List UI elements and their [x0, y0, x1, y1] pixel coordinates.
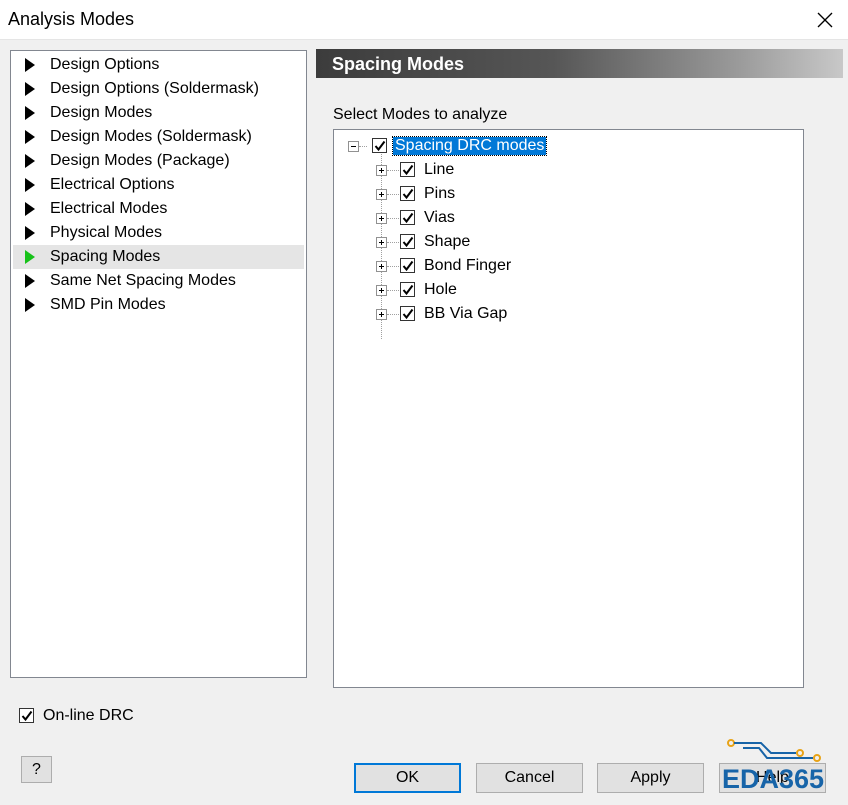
category-list[interactable]: Design Options Design Options (Soldermas… — [10, 50, 307, 678]
logo-text: EDA365 — [722, 764, 825, 794]
apply-button[interactable]: Apply — [597, 763, 704, 793]
triangle-right-icon — [25, 298, 35, 312]
expand-icon[interactable] — [376, 213, 387, 224]
triangle-right-icon — [25, 106, 35, 120]
online-drc-label[interactable]: On-line DRC — [43, 707, 134, 725]
checkmark-icon — [402, 308, 414, 320]
tree-item-label[interactable]: Vias — [424, 209, 455, 227]
expand-icon[interactable] — [376, 309, 387, 320]
window-title: Analysis Modes — [8, 9, 135, 29]
tree-root-label[interactable]: Spacing DRC modes — [391, 136, 548, 156]
tree-connector — [387, 242, 399, 243]
tree-connector — [387, 194, 399, 195]
checkmark-icon — [21, 710, 33, 722]
triangle-right-icon — [25, 274, 35, 288]
ok-button[interactable]: OK — [354, 763, 461, 793]
checkmark-icon — [402, 260, 414, 272]
eda365-logo: EDA365 — [721, 734, 839, 798]
nav-item-label: SMD Pin Modes — [50, 296, 166, 313]
expand-icon[interactable] — [376, 165, 387, 176]
triangle-right-icon — [25, 202, 35, 216]
pins-checkbox[interactable] — [400, 186, 415, 201]
tree-connector — [387, 290, 399, 291]
triangle-right-icon — [25, 130, 35, 144]
online-drc-checkbox[interactable] — [19, 708, 34, 723]
tree-item-label[interactable]: Pins — [424, 185, 455, 203]
checkmark-icon — [402, 236, 414, 248]
triangle-right-icon — [25, 226, 35, 240]
tree-item-label[interactable]: BB Via Gap — [424, 305, 507, 323]
tree-connector — [387, 218, 399, 219]
triangle-right-icon — [25, 82, 35, 96]
nav-item-label: Spacing Modes — [50, 248, 161, 265]
nav-item-electrical-options[interactable]: Electrical Options — [13, 173, 304, 197]
tree-item-label[interactable]: Line — [424, 161, 454, 179]
bond-finger-checkbox[interactable] — [400, 258, 415, 273]
nav-item-design-modes-soldermask[interactable]: Design Modes (Soldermask) — [13, 125, 304, 149]
tree-item-label[interactable]: Bond Finger — [424, 257, 511, 275]
shape-checkbox[interactable] — [400, 234, 415, 249]
nav-item-label: Design Modes — [50, 104, 153, 121]
bb-via-gap-checkbox[interactable] — [400, 306, 415, 321]
collapse-icon[interactable] — [348, 141, 359, 152]
nav-item-label: Electrical Options — [50, 176, 175, 193]
root-checkbox[interactable] — [372, 138, 387, 153]
hole-checkbox[interactable] — [400, 282, 415, 297]
title-bar: Analysis Modes — [0, 0, 848, 40]
checkmark-icon — [402, 188, 414, 200]
close-button[interactable] — [802, 0, 848, 39]
triangle-right-icon — [25, 58, 35, 72]
nav-item-design-options-soldermask[interactable]: Design Options (Soldermask) — [13, 77, 304, 101]
vias-checkbox[interactable] — [400, 210, 415, 225]
checkmark-icon — [402, 284, 414, 296]
expand-icon[interactable] — [376, 285, 387, 296]
tree-connector — [359, 146, 367, 147]
triangle-right-icon — [25, 154, 35, 168]
triangle-right-icon — [25, 250, 35, 264]
nav-item-label: Electrical Modes — [50, 200, 168, 217]
tree-connector — [387, 314, 399, 315]
nav-item-same-net-spacing-modes[interactable]: Same Net Spacing Modes — [13, 269, 304, 293]
tree-item-label[interactable]: Shape — [424, 233, 470, 251]
select-modes-label: Select Modes to analyze — [333, 106, 508, 123]
nav-item-smd-pin-modes[interactable]: SMD Pin Modes — [13, 293, 304, 317]
close-icon — [817, 12, 833, 27]
nav-item-physical-modes[interactable]: Physical Modes — [13, 221, 304, 245]
nav-item-electrical-modes[interactable]: Electrical Modes — [13, 197, 304, 221]
triangle-right-icon — [25, 178, 35, 192]
expand-icon[interactable] — [376, 237, 387, 248]
nav-item-design-modes-package[interactable]: Design Modes (Package) — [13, 149, 304, 173]
nav-item-label: Same Net Spacing Modes — [50, 272, 236, 289]
cancel-button[interactable]: Cancel — [476, 763, 583, 793]
line-checkbox[interactable] — [400, 162, 415, 177]
expand-icon[interactable] — [376, 261, 387, 272]
circuit-trace-icon — [727, 739, 821, 762]
nav-item-label: Physical Modes — [50, 224, 163, 241]
nav-item-design-options[interactable]: Design Options — [13, 53, 304, 77]
section-title: Spacing Modes — [332, 54, 465, 74]
tree-item-label[interactable]: Hole — [424, 281, 457, 299]
checkmark-icon — [374, 140, 386, 152]
nav-item-label: Design Options (Soldermask) — [50, 80, 259, 97]
section-header: Spacing Modes — [316, 49, 843, 78]
nav-item-design-modes[interactable]: Design Modes — [13, 101, 304, 125]
nav-item-label: Design Options — [50, 56, 160, 73]
checkmark-icon — [402, 164, 414, 176]
help-question-button[interactable]: ? — [21, 756, 52, 783]
nav-item-label: Design Modes (Package) — [50, 152, 230, 169]
checkmark-icon — [402, 212, 414, 224]
nav-item-spacing-modes[interactable]: Spacing Modes — [13, 245, 304, 269]
tree-connector — [387, 170, 399, 171]
modes-tree[interactable]: Spacing DRC modes Line Pins Vias Shape B… — [333, 129, 804, 688]
expand-icon[interactable] — [376, 189, 387, 200]
nav-item-label: Design Modes (Soldermask) — [50, 128, 252, 145]
tree-connector — [387, 266, 399, 267]
